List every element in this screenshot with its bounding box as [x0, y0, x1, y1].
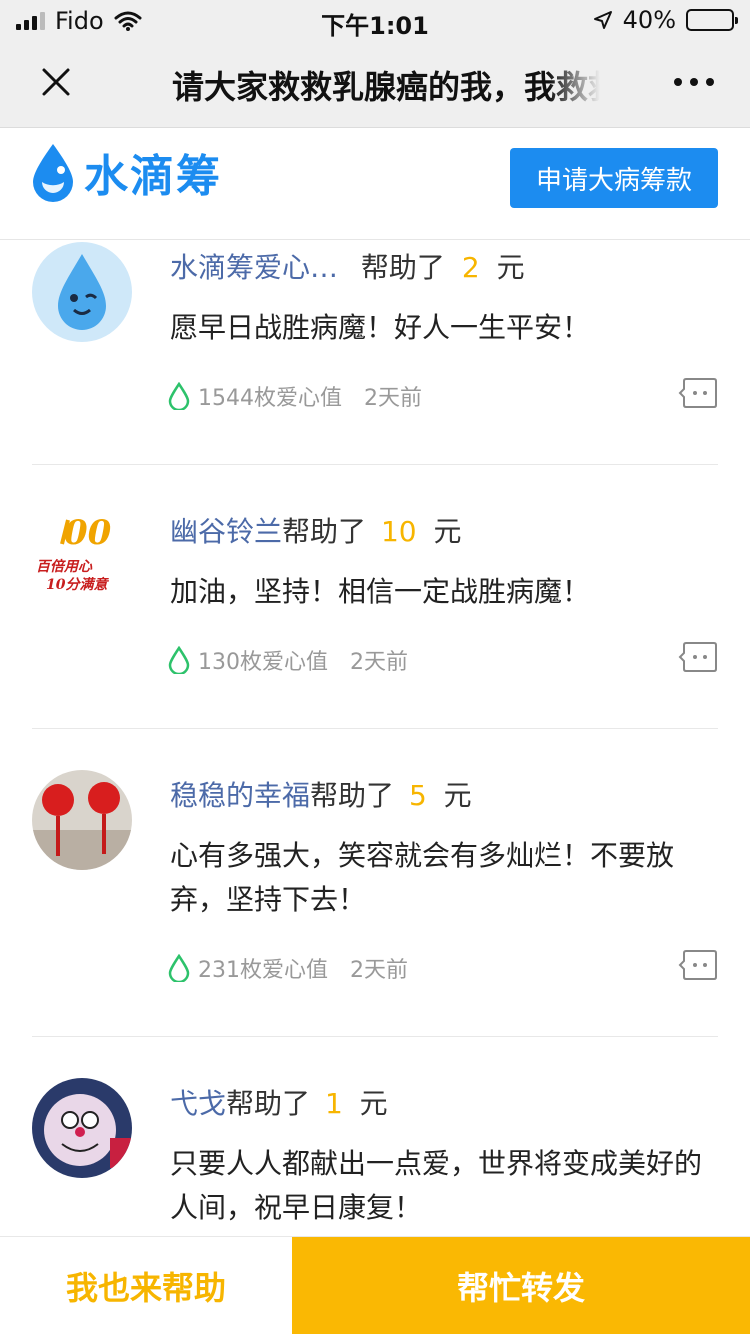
comment-reply-icon[interactable]: [678, 641, 718, 673]
donor-name[interactable]: 幽谷铃兰: [170, 515, 282, 548]
avatar[interactable]: [32, 1078, 132, 1178]
comment-reply-icon[interactable]: [678, 949, 718, 981]
helped-label: 帮助了: [226, 1087, 311, 1120]
top-bar: Fido 下午1:01 40% 请大家救救乳腺癌的我，我救救乳腺癌的我: [0, 0, 750, 128]
post-time: 2天前: [364, 386, 422, 411]
currency-unit: 元: [443, 779, 472, 812]
close-icon[interactable]: [36, 62, 76, 102]
helped-label: 帮助了: [282, 515, 367, 548]
help-too-button[interactable]: 我也来帮助: [0, 1237, 292, 1334]
love-drop-icon: [168, 382, 190, 410]
love-drop-icon: [168, 954, 190, 982]
water-drop-logo-icon: [33, 144, 73, 202]
brand-logo[interactable]: 水滴筹: [30, 140, 222, 204]
share-button[interactable]: 帮忙转发: [292, 1237, 750, 1334]
donation-list: 水滴筹爱心… 帮助了 2 元 愿早日战胜病魔！好人一生平安！ 1544枚爱心值 …: [0, 240, 750, 1236]
comment-message: 心有多强大，笑容就会有多灿烂！不要放弃，坚持下去！: [170, 839, 675, 916]
donor-name[interactable]: 弋戈: [170, 1087, 226, 1120]
avatar[interactable]: [32, 770, 132, 870]
love-points: 130枚爱心值: [198, 650, 328, 675]
helped-label: 帮助了: [360, 251, 445, 284]
helped-label: 帮助了: [310, 779, 395, 812]
brand-name: 水滴筹: [84, 151, 222, 202]
divider: [32, 464, 718, 465]
donation-amount: 1: [324, 1087, 343, 1120]
battery-percent: 40%: [622, 6, 676, 34]
page-title: 请大家救救乳腺癌的我，我救救乳腺癌的我: [172, 68, 600, 106]
donation-amount: 2: [461, 251, 480, 284]
more-icon[interactable]: [674, 78, 714, 86]
donor-name[interactable]: 稳稳的幸福: [170, 779, 310, 812]
avatar[interactable]: 00 百倍用心 10分满意: [32, 506, 132, 606]
divider: [32, 728, 718, 729]
apply-fundraising-button[interactable]: 申请大病筹款: [510, 148, 718, 208]
currency-unit: 元: [359, 1087, 388, 1120]
nav-bar: 请大家救救乳腺癌的我，我救救乳腺癌的我: [0, 40, 750, 128]
battery-icon: [686, 9, 738, 31]
love-points: 231枚爱心值: [198, 958, 328, 983]
donation-amount: 10: [380, 515, 417, 548]
comment-reply-icon[interactable]: [678, 377, 718, 409]
currency-unit: 元: [433, 515, 462, 548]
avatar-caption-1: 百倍用心: [36, 559, 92, 575]
red-lanterns-photo-icon: [32, 770, 132, 870]
post-time: 2天前: [350, 650, 408, 675]
love-drop-icon: [168, 646, 190, 674]
avatar[interactable]: [32, 242, 132, 342]
svg-text:00: 00: [64, 513, 112, 553]
comment-message: 只要人人都献出一点爱，世界将变成美好的人间，祝早日康复！: [170, 1147, 703, 1224]
water-drop-mascot-icon: [32, 242, 132, 342]
avatar-caption-2: 10分满意: [46, 577, 108, 593]
comment-message: 愿早日战胜病魔！好人一生平安！: [170, 311, 591, 344]
divider: [32, 1036, 718, 1037]
status-bar: Fido 下午1:01 40%: [0, 0, 750, 40]
location-icon: [593, 11, 612, 29]
post-time: 2天前: [350, 958, 408, 983]
cartoon-cat-avatar-icon: [32, 1078, 132, 1178]
donor-name[interactable]: 水滴筹爱心…: [170, 251, 338, 284]
donation-amount: 5: [408, 779, 427, 812]
brand-header: 水滴筹 申请大病筹款: [0, 128, 750, 240]
love-points: 1544枚爱心值: [198, 386, 342, 411]
bottom-action-bar: 我也来帮助 帮忙转发: [0, 1236, 750, 1334]
comment-message: 加油，坚持！相信一定战胜病魔！: [170, 575, 591, 608]
currency-unit: 元: [496, 251, 525, 284]
